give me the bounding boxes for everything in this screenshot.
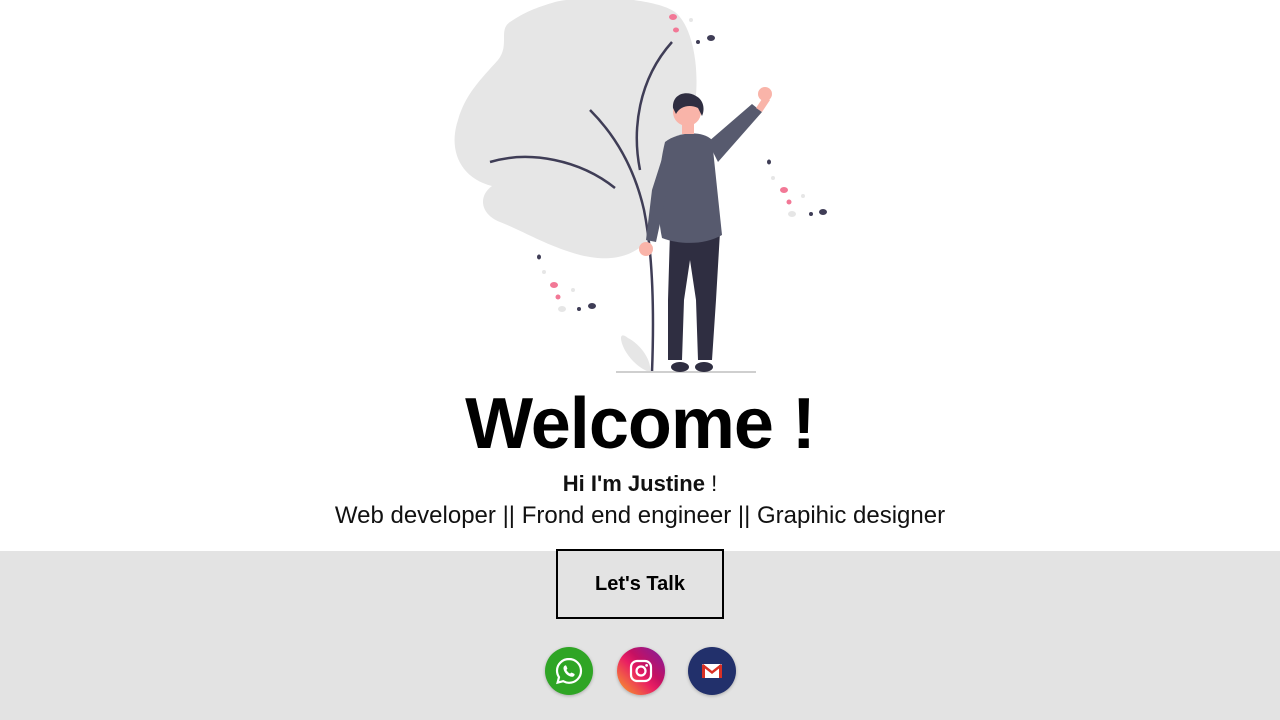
roles-subtitle: Web developer || Frond end engineer || G…	[334, 502, 946, 529]
whatsapp-link[interactable]	[545, 647, 593, 695]
gmail-link[interactable]	[688, 647, 736, 695]
page-title: Welcome !	[465, 384, 816, 464]
greeting: Hi I'm Justine !	[0, 470, 1280, 498]
ground-leaf	[621, 335, 651, 372]
instagram-link[interactable]	[617, 647, 665, 695]
instagram-icon	[629, 659, 653, 683]
hero-illustration	[454, 0, 827, 373]
greeting-suffix: !	[704, 471, 718, 496]
whatsapp-icon	[555, 657, 583, 685]
gmail-icon	[701, 664, 723, 678]
greeting-name: Hi I'm Justine	[562, 471, 705, 496]
lets-talk-button[interactable]: Let's Talk	[556, 549, 724, 619]
landing-page: Welcome ! Hi I'm Justine ! Web developer…	[0, 0, 1280, 720]
